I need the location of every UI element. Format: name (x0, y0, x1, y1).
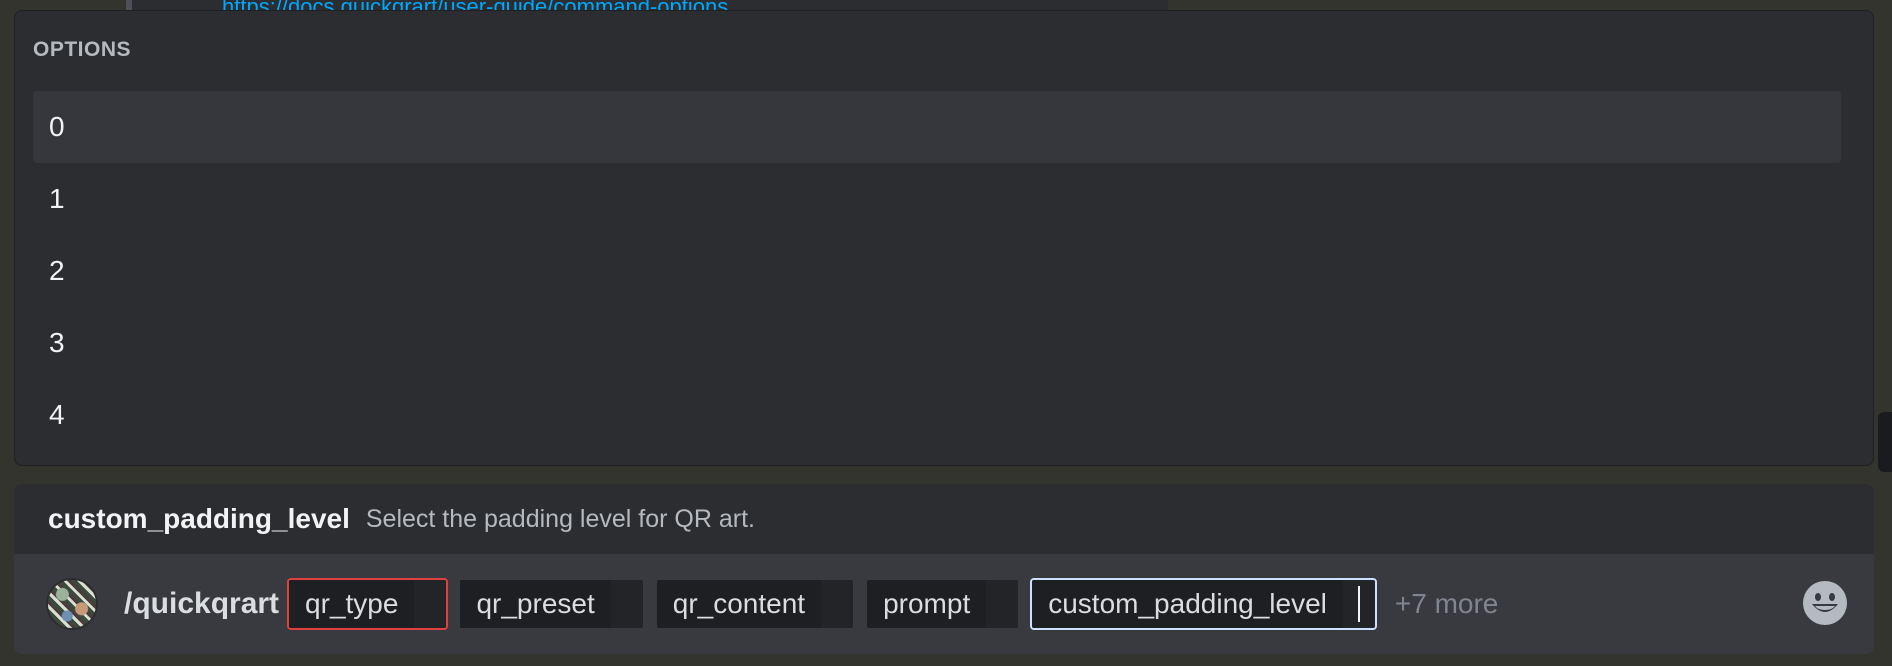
chip-value[interactable] (821, 580, 854, 628)
chip-value[interactable] (986, 580, 1019, 628)
option-chip-qr-content[interactable]: qr_content (655, 578, 855, 630)
option-chip-qr-type[interactable]: qr_type (287, 578, 449, 630)
chip-value-input[interactable] (1342, 580, 1375, 628)
option-chip-custom-padding-level[interactable]: custom_padding_level (1030, 578, 1377, 630)
options-header: OPTIONS (33, 38, 132, 61)
command-option-info: custom_padding_level Select the padding … (14, 484, 1874, 554)
option-name: custom_padding_level (48, 503, 350, 534)
option-description: Select the padding level for QR art. (365, 504, 755, 533)
option-chip-prompt[interactable]: prompt (865, 578, 1020, 630)
option-item-2[interactable]: 2 (33, 235, 1841, 307)
option-item-4[interactable]: 4 (33, 379, 1841, 451)
options-popup: OPTIONS 0 1 2 3 4 (14, 10, 1874, 466)
chip-label: qr_content (656, 580, 822, 628)
option-item-1[interactable]: 1 (33, 163, 1841, 235)
smile-icon[interactable] (1802, 580, 1848, 626)
option-item-3[interactable]: 3 (33, 307, 1841, 379)
scrollbar-thumb[interactable] (1878, 412, 1892, 472)
chip-label: qr_preset (460, 580, 611, 628)
chip-label: qr_type (289, 580, 415, 628)
message-input-bar[interactable]: /quickqrart qr_type qr_preset qr_content… (14, 554, 1874, 654)
chip-value[interactable] (414, 580, 447, 628)
chip-value[interactable] (610, 580, 643, 628)
option-item-0[interactable]: 0 (33, 91, 1841, 163)
chip-label: prompt (867, 580, 987, 628)
option-chip-qr-preset[interactable]: qr_preset (458, 578, 644, 630)
slash-command-name: /quickqrart (124, 587, 280, 620)
options-list: 0 1 2 3 4 (33, 91, 1841, 451)
more-options-count[interactable]: +7 more (1395, 588, 1499, 620)
app-avatar (46, 578, 98, 630)
chip-label: custom_padding_level (1032, 580, 1343, 628)
text-caret (1357, 586, 1360, 622)
